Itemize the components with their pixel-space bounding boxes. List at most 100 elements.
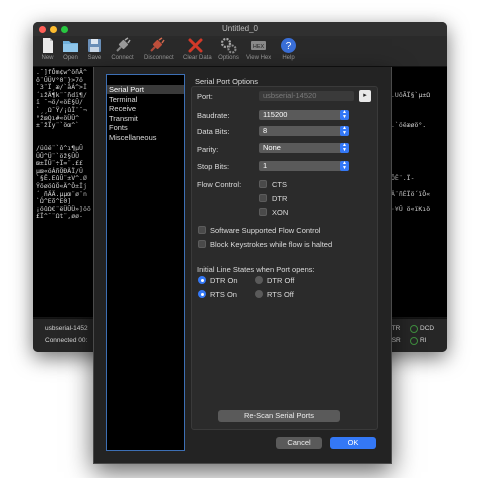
dtr-off-radio[interactable] <box>255 276 263 284</box>
baudrate-label: Baudrate: <box>197 111 230 120</box>
cts-checkbox[interactable] <box>259 180 267 188</box>
status-dcd-label: DCD <box>420 325 435 332</box>
port-select[interactable]: usbserial-14520 <box>259 91 354 101</box>
clear-x-icon <box>188 38 203 53</box>
initial-line-states-title: Initial Line States when Port opens: <box>197 265 315 274</box>
new-button[interactable]: New <box>35 37 60 61</box>
save-icon <box>88 39 101 52</box>
help-icon: ? <box>281 38 296 53</box>
software-flow-checkbox[interactable] <box>198 226 206 234</box>
new-label: New <box>41 55 54 61</box>
save-label: Save <box>87 55 102 61</box>
category-list[interactable]: Serial Port Terminal Receive Transmit Fo… <box>106 74 185 451</box>
stop-bits-select[interactable]: 1 <box>259 161 348 171</box>
block-keystrokes-checkbox[interactable] <box>198 240 206 248</box>
data-bits-stepper-icon[interactable]: ▲ ▼ <box>340 126 349 136</box>
dcd-indicator-icon <box>410 325 418 333</box>
window-title: Untitled_0 <box>221 24 259 33</box>
xon-label: XON <box>272 208 289 217</box>
dtr-on-radio[interactable] <box>198 276 206 284</box>
dtr-on-label: DTR On <box>210 276 238 285</box>
terminal-right-line <box>391 130 430 138</box>
terminal-right-line: ÔÊ¨.Ï- <box>391 174 415 183</box>
terminal-left-text: .¯]fÔm¢w^öñÂ^ ô¨ÛÜV°0¨}>7ö `3¨Ï¸æ/`åÁ^>Ï ´ı… <box>36 68 91 221</box>
cts-label: CTS <box>272 180 287 189</box>
dtr-checkbox[interactable] <box>259 194 267 202</box>
options-label: Options <box>218 55 239 61</box>
svg-text:HEX: HEX <box>253 44 265 50</box>
terminal-right-text: .UôÃÏ§`µ±Ω .`öëæøö°. ÔÊ¨.Ï- Ä¨ñÉÏö´ïÔ« ·¥Û ö… <box>391 69 430 213</box>
category-transmit[interactable]: Transmit <box>107 114 184 123</box>
terminal-right-line: Ä¨ñÉÏö´ïÔ« <box>391 189 431 198</box>
save-button[interactable]: Save <box>82 37 107 61</box>
help-button[interactable]: ? Help <box>276 37 301 61</box>
baudrate-stepper-icon[interactable]: ▲ ▼ <box>340 110 349 120</box>
terminal-left-line: £Ï^¯¨Ωt¨,øø- <box>36 212 83 221</box>
category-serial-port[interactable]: Serial Port <box>107 85 184 94</box>
open-button[interactable]: Open <box>58 37 83 61</box>
baudrate-select[interactable]: 115200 <box>259 110 348 120</box>
gears-icon <box>220 37 237 54</box>
stop-bits-label: Stop Bits: <box>197 162 230 171</box>
connect-label: Connect <box>111 55 134 61</box>
rescan-serial-ports-button[interactable]: Re-Scan Serial Ports <box>218 410 340 422</box>
flow-control-label: Flow Control: <box>197 180 242 189</box>
xon-checkbox[interactable] <box>259 208 267 216</box>
terminal-right-line <box>391 160 430 168</box>
category-receive[interactable]: Receive <box>107 104 184 113</box>
category-terminal[interactable]: Terminal <box>107 95 184 104</box>
triangle-right-icon: ▸ <box>363 92 367 99</box>
options-button[interactable]: Options <box>216 37 241 61</box>
ri-indicator-icon <box>410 337 418 345</box>
rts-on-radio[interactable] <box>198 290 206 298</box>
clear-data-button[interactable]: Clear Data <box>183 37 212 61</box>
terminal-right-line: ·¥Û ö«ïKıö <box>391 204 431 213</box>
terminal-left-line <box>36 130 91 138</box>
rts-on-label: RTS On <box>210 290 237 299</box>
software-flow-label: Software Supported Flow Control <box>210 226 321 235</box>
terminal-right-line <box>391 69 430 77</box>
category-fonts[interactable]: Fonts <box>107 123 184 132</box>
rts-off-radio[interactable] <box>255 290 263 298</box>
terminal-right-line <box>391 137 430 145</box>
parity-stepper-icon[interactable]: ▲ ▼ <box>340 143 349 153</box>
terminal-right-line <box>391 99 430 107</box>
section-title: Serial Port Options <box>195 77 258 86</box>
folder-icon <box>63 41 78 52</box>
help-label: Help <box>282 55 295 61</box>
options-sheet: Serial Port Terminal Receive Transmit Fo… <box>93 67 392 464</box>
cancel-button[interactable]: Cancel <box>276 437 322 449</box>
stop-bits-stepper-icon[interactable]: ▲ ▼ <box>340 161 349 171</box>
status-port: usbserial-1452 <box>45 325 88 332</box>
data-bits-select[interactable]: 8 <box>259 126 348 136</box>
disconnect-label: Disconnect <box>144 55 174 61</box>
port-browse-button[interactable]: ▸ <box>359 90 371 102</box>
disconnect-button[interactable]: Disconnect <box>144 37 174 61</box>
status-ri-label: RI <box>420 337 427 344</box>
rts-off-label: RTS Off <box>267 290 294 299</box>
title-bar: Untitled_0 <box>33 22 447 36</box>
ok-button[interactable]: OK <box>330 437 376 449</box>
terminal-right-line <box>391 153 430 161</box>
status-connection: Connected 00: <box>45 337 88 344</box>
data-bits-label: Data Bits: <box>197 127 230 136</box>
block-keystrokes-label: Block Keystrokes while flow is halted <box>210 240 333 249</box>
terminal-left-line: ±¨žÏy¨`öœ^` <box>36 121 80 130</box>
parity-select[interactable]: None <box>259 143 348 153</box>
connect-button[interactable]: Connect <box>110 37 135 61</box>
svg-text:?: ? <box>286 41 292 52</box>
new-document-icon <box>43 38 53 53</box>
parity-label: Parity: <box>197 145 219 154</box>
serial-options-panel: Port: usbserial-14520 ▸ Baudrate: 115200… <box>191 86 378 430</box>
hex-icon: HEX <box>251 41 266 50</box>
dtr-off-label: DTR Off <box>267 276 295 285</box>
toolbar: New Open Save Connect Disconnect Clear D… <box>33 36 447 67</box>
connect-plug-icon <box>116 37 131 52</box>
open-label: Open <box>63 55 78 61</box>
category-miscellaneous[interactable]: Miscellaneous <box>107 133 184 142</box>
view-hex-button[interactable]: HEX View Hex <box>246 37 271 61</box>
port-label: Port: <box>197 92 213 101</box>
clear-data-label: Clear Data <box>183 55 212 61</box>
terminal-right-line <box>391 107 430 115</box>
dtr-label: DTR <box>272 194 288 203</box>
